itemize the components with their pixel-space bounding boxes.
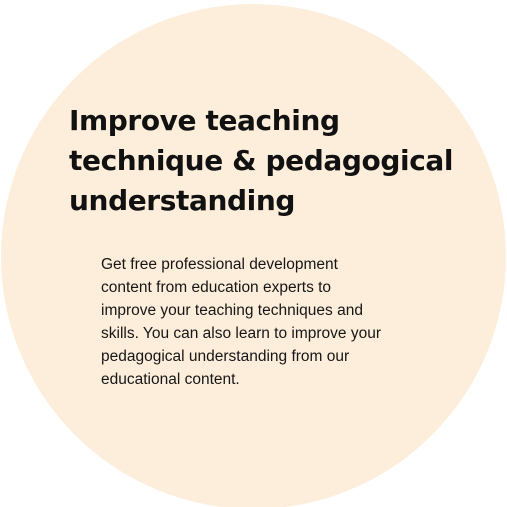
feature-title-line: technique & pedagogical — [69, 144, 454, 177]
feature-description-line: pedagogical understanding from our — [101, 348, 350, 365]
feature-description-line: Get free professional development — [101, 256, 338, 273]
feature-description-line: improve your teaching techniques and — [101, 302, 363, 319]
feature-description: Get free professional development conten… — [101, 253, 421, 391]
feature-title: Improve teaching technique & pedagogical… — [69, 101, 489, 221]
feature-title-line: understanding — [69, 184, 296, 217]
feature-title-line: Improve teaching — [69, 104, 340, 137]
feature-description-line: educational content. — [101, 371, 240, 388]
feature-description-line: skills. You can also learn to improve yo… — [101, 325, 382, 342]
feature-description-line: content from education experts to — [101, 279, 332, 296]
page: Improve teaching technique & pedagogical… — [0, 0, 507, 507]
